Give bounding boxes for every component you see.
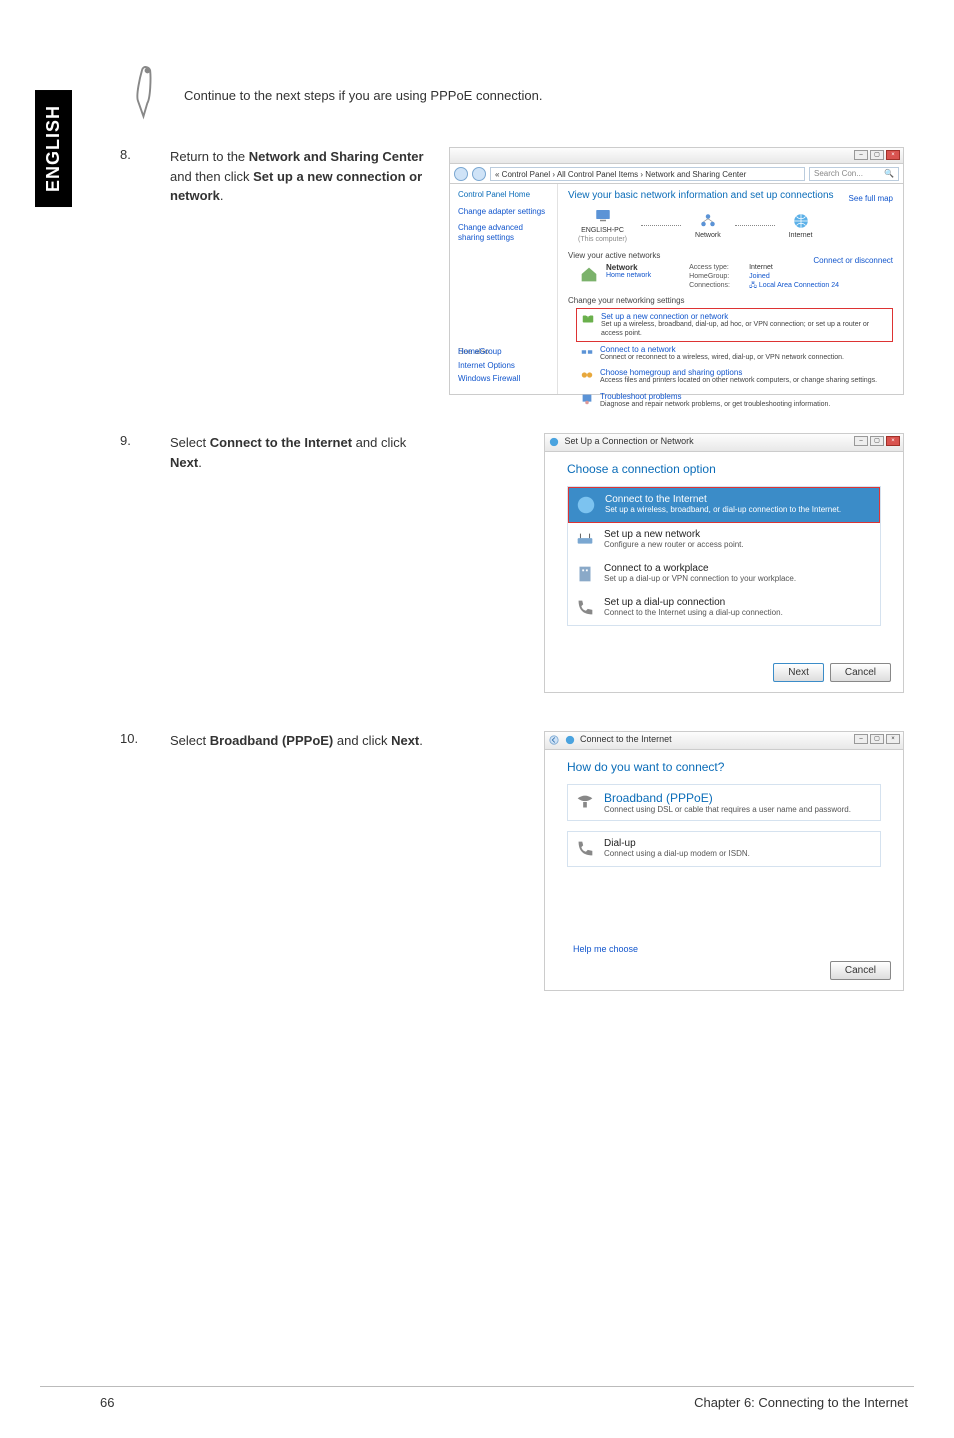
phone-icon xyxy=(574,597,596,619)
dialog-titlebar: Set Up a Connection or Network – ▢ × xyxy=(545,434,903,452)
maximize-button[interactable]: ▢ xyxy=(870,150,884,160)
active-network-name: Network xyxy=(606,263,651,272)
see-also-internet-options[interactable]: Internet Options xyxy=(458,361,520,371)
dialog-titlebar: Connect to the Internet – ▢ × xyxy=(545,732,903,750)
task-troubleshoot[interactable]: Troubleshoot problemsDiagnose and repair… xyxy=(576,389,893,412)
globe-icon xyxy=(792,212,810,230)
screenshot-network-sharing-center: – ▢ × « Control Panel › All Control Pane… xyxy=(449,147,904,395)
active-network-type[interactable]: Home network xyxy=(606,272,651,279)
pen-icon xyxy=(120,80,166,119)
building-icon xyxy=(574,563,596,585)
sidebar-control-panel-home[interactable]: Control Panel Home xyxy=(458,190,549,200)
next-button[interactable]: Next xyxy=(773,663,824,682)
home-network-icon xyxy=(578,263,600,285)
new-connection-icon xyxy=(581,312,595,326)
step-10-number: 10. xyxy=(120,731,150,746)
connect-icon xyxy=(580,345,594,359)
dialog-heading: Choose a connection option xyxy=(567,462,881,476)
step-10-text: Select Broadband (PPPoE) and click Next. xyxy=(170,731,430,751)
maximize-button[interactable]: ▢ xyxy=(870,436,884,446)
back-icon[interactable] xyxy=(549,735,559,745)
minimize-button[interactable]: – xyxy=(854,734,868,744)
cancel-button[interactable]: Cancel xyxy=(830,663,891,682)
search-icon: 🔍 xyxy=(884,167,894,181)
dialog-heading: How do you want to connect? xyxy=(567,760,881,774)
screenshot-setup-connection-dialog: Set Up a Connection or Network – ▢ × Cho… xyxy=(544,433,904,693)
homegroup-icon xyxy=(580,368,594,382)
step-9-number: 9. xyxy=(120,433,150,448)
connect-or-disconnect-link[interactable]: Connect or disconnect xyxy=(813,256,893,265)
option-connect-workplace[interactable]: Connect to a workplaceSet up a dial-up o… xyxy=(568,557,880,591)
help-me-choose-link[interactable]: Help me choose xyxy=(573,944,638,954)
page-number: 66 xyxy=(100,1395,114,1410)
homegroup-link[interactable]: Joined xyxy=(749,273,770,280)
option-dialup[interactable]: Dial-upConnect using a dial-up modem or … xyxy=(567,831,881,867)
language-tab: ENGLISH xyxy=(35,90,72,207)
option-connect-to-internet[interactable]: Connect to the InternetSet up a wireless… xyxy=(568,487,880,523)
map-node-pc: ENGLISH-PC (This computer) xyxy=(578,207,627,243)
close-button[interactable]: × xyxy=(886,436,900,446)
map-node-network: Network xyxy=(695,212,721,239)
see-also-homegroup[interactable]: HomeGroup xyxy=(458,347,520,357)
nav-back-icon[interactable] xyxy=(454,167,468,181)
see-full-map-link[interactable]: See full map xyxy=(849,194,893,203)
screenshot-connect-to-internet-dialog: Connect to the Internet – ▢ × How do you… xyxy=(544,731,904,991)
connection-link[interactable]: 🖧 Local Area Connection 24 xyxy=(749,282,839,289)
router-icon xyxy=(574,529,596,551)
cancel-button[interactable]: Cancel xyxy=(830,961,891,980)
step-9-text: Select Connect to the Internet and click… xyxy=(170,433,430,472)
task-setup-new-connection[interactable]: Set up a new connection or networkSet up… xyxy=(576,308,893,342)
wizard-icon xyxy=(549,437,559,447)
task-connect-to-network[interactable]: Connect to a networkConnect or reconnect… xyxy=(576,342,893,365)
computer-icon xyxy=(594,207,612,225)
troubleshoot-icon xyxy=(580,392,594,406)
step-8-number: 8. xyxy=(120,147,150,162)
globe-icon xyxy=(565,735,575,745)
minimize-button[interactable]: – xyxy=(854,150,868,160)
task-homegroup-sharing[interactable]: Choose homegroup and sharing optionsAcce… xyxy=(576,365,893,388)
globe-icon xyxy=(575,494,597,516)
see-also-windows-firewall[interactable]: Windows Firewall xyxy=(458,374,520,384)
search-input[interactable]: Search Con...🔍 xyxy=(809,167,899,181)
option-broadband-pppoe[interactable]: Broadband (PPPoE)Connect using DSL or ca… xyxy=(567,784,881,821)
step-8-text: Return to the Network and Sharing Center… xyxy=(170,147,429,206)
breadcrumb[interactable]: « Control Panel › All Control Panel Item… xyxy=(490,167,805,181)
close-button[interactable]: × xyxy=(886,734,900,744)
maximize-button[interactable]: ▢ xyxy=(870,734,884,744)
nav-forward-icon[interactable] xyxy=(472,167,486,181)
sidebar-change-advanced-sharing[interactable]: Change advanced sharing settings xyxy=(458,223,549,242)
change-networking-settings-label: Change your networking settings xyxy=(568,296,893,305)
map-node-internet: Internet xyxy=(789,212,813,239)
close-button[interactable]: × xyxy=(886,150,900,160)
note-text: Continue to the next steps if you are us… xyxy=(184,80,542,103)
window-titlebar: – ▢ × xyxy=(450,148,903,164)
phone-icon xyxy=(574,838,596,860)
chapter-title: Chapter 6: Connecting to the Internet xyxy=(694,1395,908,1410)
minimize-button[interactable]: – xyxy=(854,436,868,446)
cable-icon xyxy=(574,791,596,813)
option-setup-new-network[interactable]: Set up a new networkConfigure a new rout… xyxy=(568,523,880,557)
option-setup-dialup[interactable]: Set up a dial-up connectionConnect to th… xyxy=(568,591,880,625)
sidebar-change-adapter[interactable]: Change adapter settings xyxy=(458,207,549,217)
network-icon xyxy=(699,212,717,230)
ncs-heading: View your basic network information and … xyxy=(568,190,893,201)
